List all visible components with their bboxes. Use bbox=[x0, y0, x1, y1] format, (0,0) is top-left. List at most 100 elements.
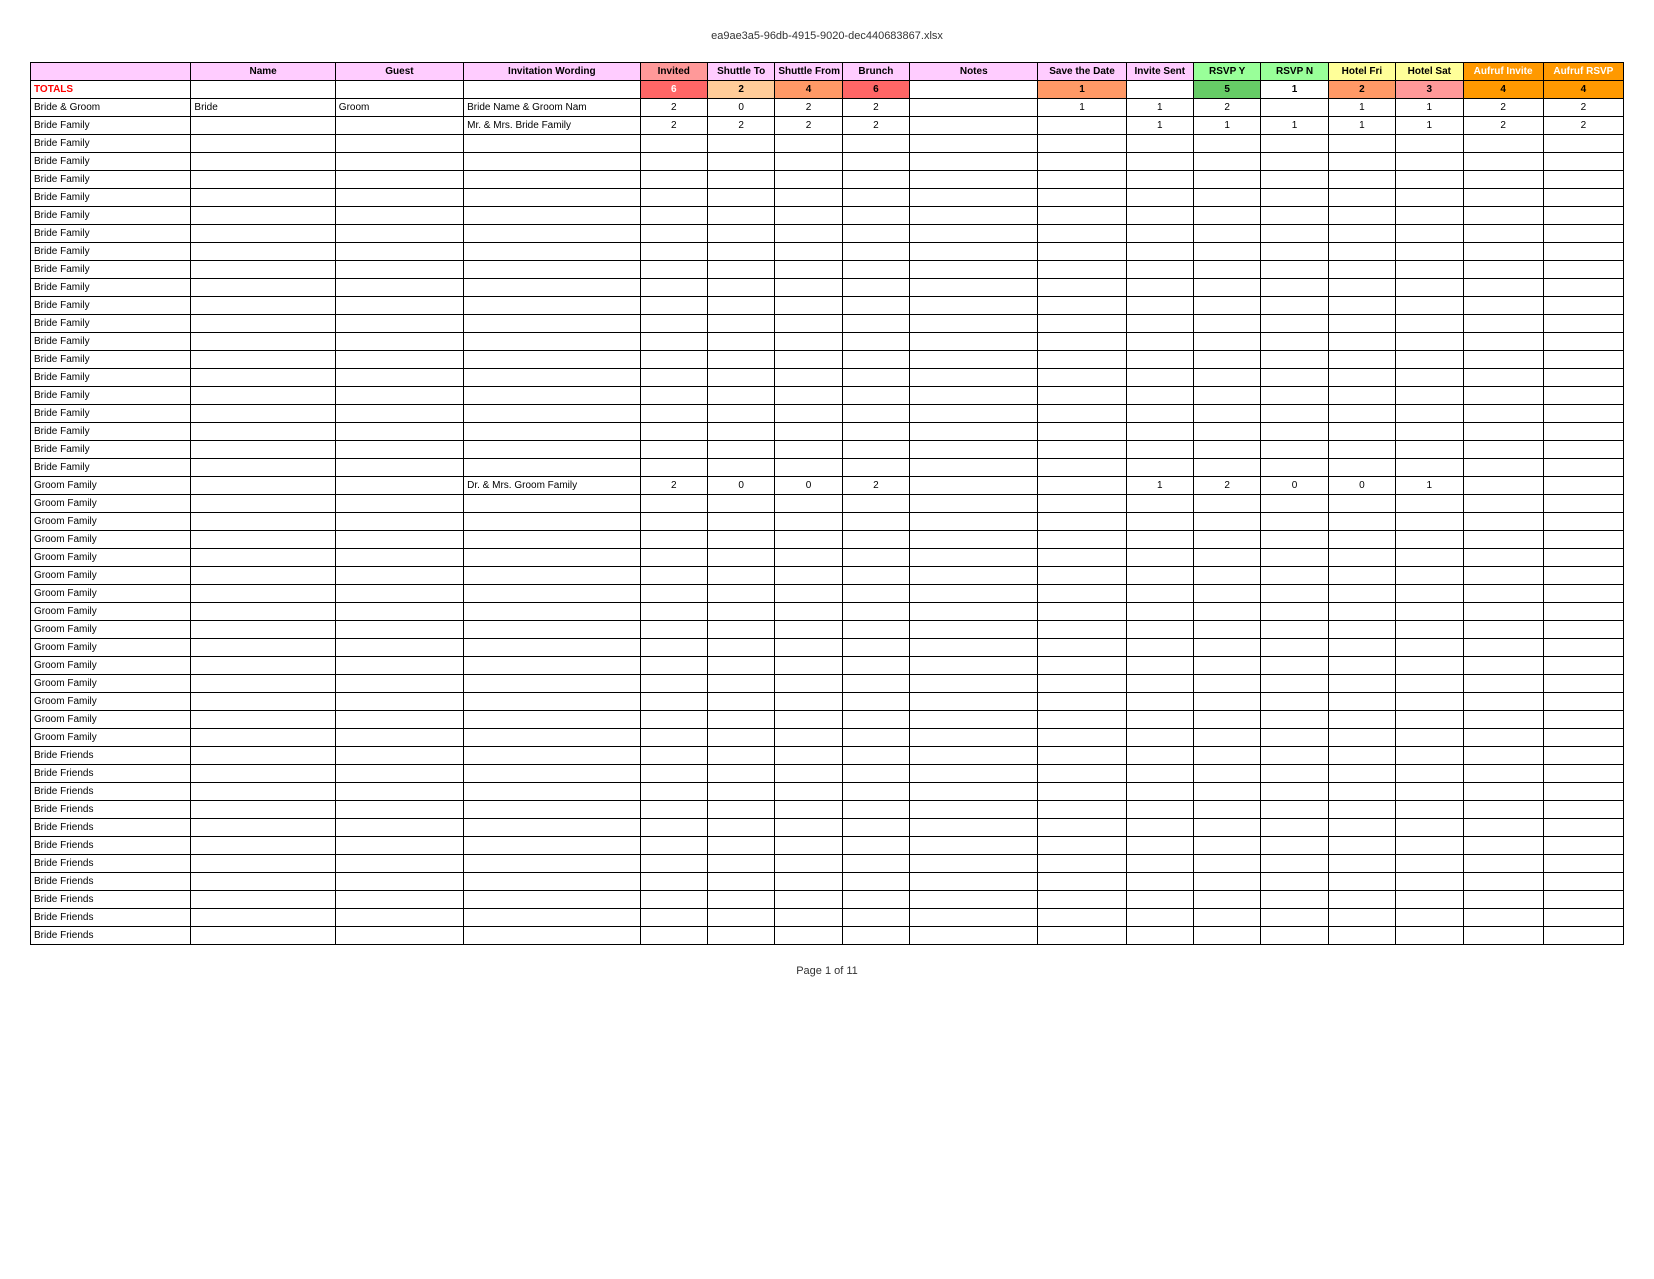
table-row: Bride Family bbox=[31, 279, 1624, 297]
row-group: Groom Family bbox=[31, 711, 191, 729]
totals-brunch: 6 bbox=[842, 81, 909, 99]
row-group: Bride Family bbox=[31, 171, 191, 189]
totals-shuttle-from: 4 bbox=[775, 81, 842, 99]
table-row: Bride Friends bbox=[31, 909, 1624, 927]
page: ea9ae3a5-96db-4915-9020-dec440683867.xls… bbox=[0, 0, 1654, 1279]
header-aufruf-rsvp: Aufruf RSVP bbox=[1543, 63, 1623, 81]
header-hotel-sat: Hotel Sat bbox=[1396, 63, 1463, 81]
totals-save-date: 1 bbox=[1038, 81, 1126, 99]
row-group: Bride Family bbox=[31, 207, 191, 225]
table-row: Bride Friends bbox=[31, 819, 1624, 837]
header-hotel-fri: Hotel Fri bbox=[1328, 63, 1395, 81]
row-group: Bride Family bbox=[31, 441, 191, 459]
row-group: Bride Family bbox=[31, 261, 191, 279]
table-row: Groom FamilyDr. & Mrs. Groom Family20021… bbox=[31, 477, 1624, 495]
header-invitation: Invitation Wording bbox=[464, 63, 640, 81]
totals-rsvp-y: 5 bbox=[1194, 81, 1261, 99]
row-group: Bride Family bbox=[31, 405, 191, 423]
table-row: Groom Family bbox=[31, 729, 1624, 747]
table-row: Groom Family bbox=[31, 657, 1624, 675]
table-row: Groom Family bbox=[31, 567, 1624, 585]
table-row: Bride Family bbox=[31, 225, 1624, 243]
totals-label: TOTALS bbox=[31, 81, 191, 99]
table-row: Bride Family bbox=[31, 207, 1624, 225]
table-row: Groom Family bbox=[31, 531, 1624, 549]
header-invite-sent: Invite Sent bbox=[1126, 63, 1193, 81]
row-group: Groom Family bbox=[31, 477, 191, 495]
row-group: Bride Family bbox=[31, 369, 191, 387]
row-group: Bride Friends bbox=[31, 801, 191, 819]
row-group: Bride Friends bbox=[31, 909, 191, 927]
header-notes: Notes bbox=[910, 63, 1038, 81]
row-group: Bride Friends bbox=[31, 837, 191, 855]
row-group: Bride Family bbox=[31, 153, 191, 171]
table-row: Groom Family bbox=[31, 621, 1624, 639]
row-group: Bride Family bbox=[31, 189, 191, 207]
row-group: Groom Family bbox=[31, 729, 191, 747]
totals-shuttle-to: 2 bbox=[707, 81, 774, 99]
row-group: Bride Family bbox=[31, 135, 191, 153]
header-brunch: Brunch bbox=[842, 63, 909, 81]
totals-hotel-sat: 3 bbox=[1396, 81, 1463, 99]
totals-invited: 6 bbox=[640, 81, 707, 99]
table-row: Groom Family bbox=[31, 675, 1624, 693]
bride-groom-row: Bride & Groom Bride Groom Bride Name & G… bbox=[31, 99, 1624, 117]
bg-rsvp-n bbox=[1261, 99, 1328, 117]
table-row: Groom Family bbox=[31, 495, 1624, 513]
table-row: Bride Family bbox=[31, 189, 1624, 207]
row-group: Bride Family bbox=[31, 279, 191, 297]
bg-invited: 2 bbox=[640, 99, 707, 117]
file-title: ea9ae3a5-96db-4915-9020-dec440683867.xls… bbox=[20, 20, 1634, 42]
header-group bbox=[31, 63, 191, 81]
table-row: Bride Friends bbox=[31, 891, 1624, 909]
table-row: Bride Family bbox=[31, 423, 1624, 441]
totals-hotel-fri: 2 bbox=[1328, 81, 1395, 99]
header-invited: Invited bbox=[640, 63, 707, 81]
header-aufruf-invite: Aufruf Invite bbox=[1463, 63, 1543, 81]
row-group: Groom Family bbox=[31, 585, 191, 603]
row-group: Bride Family bbox=[31, 423, 191, 441]
row-group: Groom Family bbox=[31, 621, 191, 639]
row-group: Bride Family bbox=[31, 387, 191, 405]
row-group: Groom Family bbox=[31, 513, 191, 531]
table-row: Bride Family bbox=[31, 297, 1624, 315]
table-row: Groom Family bbox=[31, 693, 1624, 711]
row-group: Bride Family bbox=[31, 333, 191, 351]
bg-name: Bride bbox=[191, 99, 335, 117]
row-group: Bride Family bbox=[31, 459, 191, 477]
table-row: Groom Family bbox=[31, 711, 1624, 729]
row-group: Bride Friends bbox=[31, 765, 191, 783]
row-group: Groom Family bbox=[31, 603, 191, 621]
bg-aufruf-invite: 2 bbox=[1463, 99, 1543, 117]
row-group: Groom Family bbox=[31, 675, 191, 693]
row-group: Groom Family bbox=[31, 639, 191, 657]
row-group: Bride Family bbox=[31, 297, 191, 315]
table-row: Groom Family bbox=[31, 549, 1624, 567]
table-row: Bride Friends bbox=[31, 747, 1624, 765]
row-group: Bride Family bbox=[31, 351, 191, 369]
row-group: Bride Friends bbox=[31, 747, 191, 765]
spreadsheet: Name Guest Invitation Wording Invited Sh… bbox=[30, 62, 1624, 945]
bg-brunch: 2 bbox=[842, 99, 909, 117]
guest-table: Name Guest Invitation Wording Invited Sh… bbox=[30, 62, 1624, 945]
table-row: Bride Family bbox=[31, 369, 1624, 387]
row-group: Groom Family bbox=[31, 567, 191, 585]
table-row: Bride Family bbox=[31, 351, 1624, 369]
row-group: Bride Friends bbox=[31, 783, 191, 801]
row-group: Bride Friends bbox=[31, 819, 191, 837]
bg-rsvp-y: 2 bbox=[1194, 99, 1261, 117]
header-name: Name bbox=[191, 63, 335, 81]
totals-row: TOTALS 6 2 4 6 1 5 1 2 3 4 4 bbox=[31, 81, 1624, 99]
table-row: Bride Family bbox=[31, 315, 1624, 333]
bg-notes bbox=[910, 99, 1038, 117]
table-row: Groom Family bbox=[31, 639, 1624, 657]
table-row: Groom Family bbox=[31, 603, 1624, 621]
bg-hotel-sat: 1 bbox=[1396, 99, 1463, 117]
row-group: Bride Family bbox=[31, 225, 191, 243]
row-group: Groom Family bbox=[31, 693, 191, 711]
row-group: Groom Family bbox=[31, 531, 191, 549]
table-row: Bride Family bbox=[31, 333, 1624, 351]
table-row: Groom Family bbox=[31, 513, 1624, 531]
table-row: Bride Friends bbox=[31, 801, 1624, 819]
table-row: Bride Friends bbox=[31, 783, 1624, 801]
